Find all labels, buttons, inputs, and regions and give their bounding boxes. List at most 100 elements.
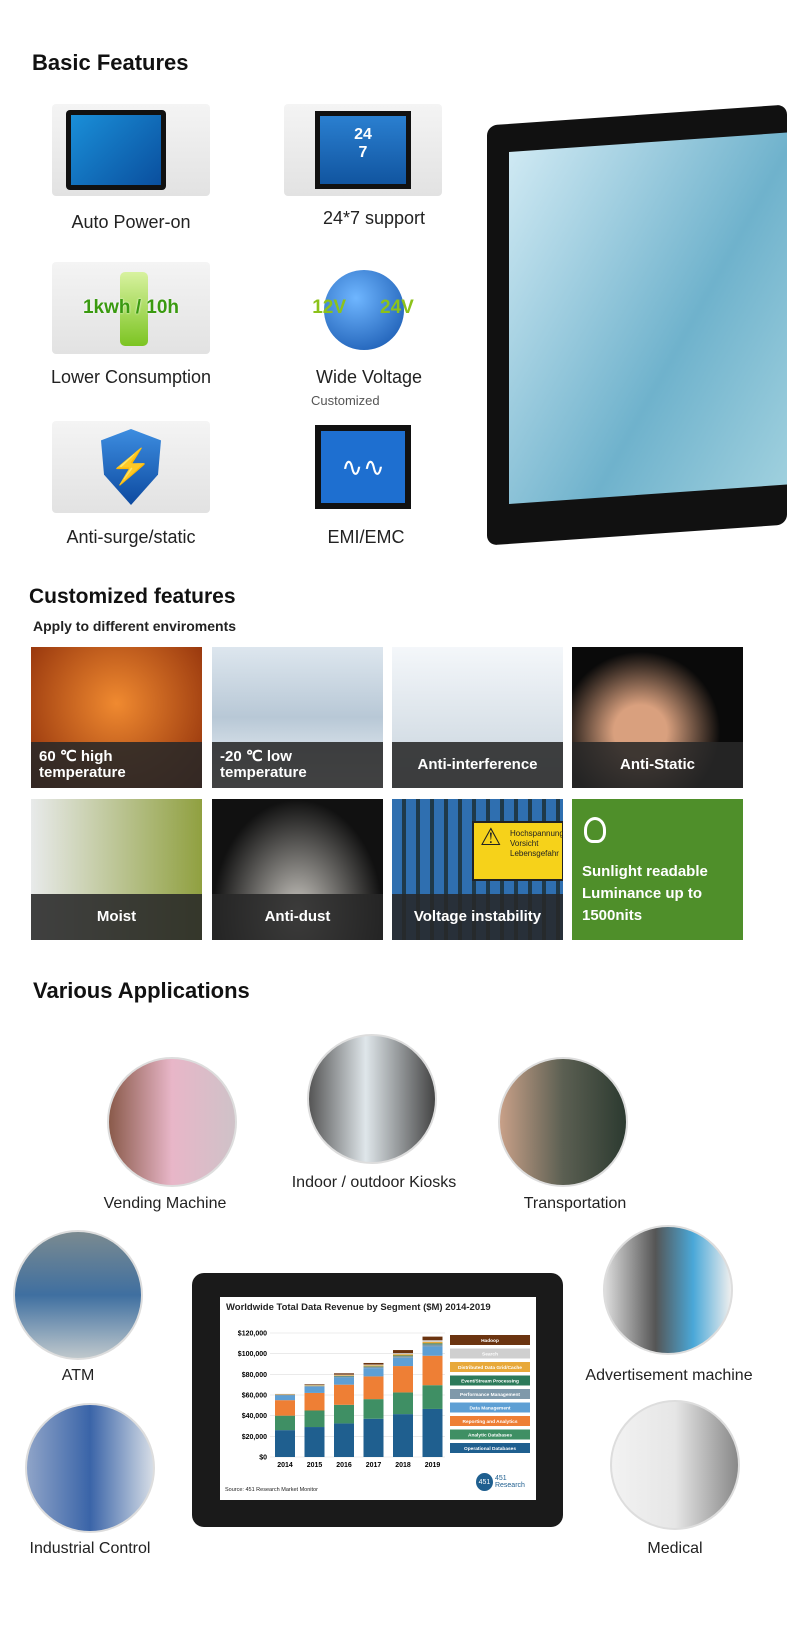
bar-segment — [393, 1356, 413, 1358]
bar-segment — [334, 1376, 354, 1378]
bar-segment — [334, 1404, 354, 1424]
surge-tile: ⚡ — [52, 421, 210, 513]
bar-segment — [363, 1399, 384, 1419]
legend-label: Hadoop — [481, 1338, 499, 1344]
feature-anti-interference: Anti-interference — [392, 647, 563, 788]
feature-label: Wide Voltage — [315, 367, 423, 387]
x-tick-label: 2018 — [395, 1462, 411, 1469]
y-tick-label: $120,000 — [238, 1331, 267, 1338]
bar-segment — [422, 1408, 443, 1457]
legend-label: Operational Databases — [464, 1446, 516, 1452]
bar-segment — [334, 1377, 354, 1385]
feature-label: Lower Consumption — [50, 367, 212, 387]
y-tick-label: $0 — [259, 1455, 267, 1462]
lightbulb-icon — [584, 817, 606, 843]
legend-label: Reporting and Analytics — [463, 1419, 518, 1425]
app-label: Advertisement machine — [585, 1367, 753, 1384]
auto-power-tile — [52, 104, 210, 196]
bar-segment — [393, 1414, 413, 1457]
legend-label: Performance Management — [460, 1392, 520, 1398]
app-label: Indoor / outdoor Kiosks — [291, 1174, 457, 1191]
bar-segment — [334, 1374, 354, 1376]
bar-segment — [334, 1375, 354, 1376]
legend-label: Data Management — [469, 1406, 510, 1412]
feature-low-temp: -20 ℃ low temperature — [212, 647, 383, 788]
consumption-tile: 1kwh / 10h — [52, 262, 210, 354]
y-tick-label: $40,000 — [242, 1413, 267, 1420]
chart-source: Source: 451 Research Market Monitor — [225, 1487, 318, 1493]
customized-title: Customized features — [29, 585, 236, 608]
bar-segment — [304, 1386, 325, 1387]
bar-segment — [334, 1384, 354, 1405]
feature-sublabel: Customized — [311, 393, 380, 408]
bar-segment — [393, 1350, 413, 1354]
bar-segment — [422, 1341, 443, 1344]
industrial-control-image — [25, 1403, 155, 1533]
bar-segment — [363, 1376, 384, 1400]
clock-24-7-icon: 24 7 — [315, 111, 411, 189]
app-label: Industrial Control — [29, 1540, 151, 1557]
legend-label: Analytic Databases — [468, 1433, 512, 1439]
legend-label: Search — [482, 1352, 498, 1358]
bar-segment — [422, 1385, 443, 1409]
bar-segment — [275, 1395, 295, 1396]
basic-features-title: Basic Features — [32, 50, 189, 75]
bar-segment — [304, 1392, 325, 1411]
x-tick-label: 2014 — [277, 1462, 293, 1469]
bar-segment — [393, 1354, 413, 1356]
bar-segment — [393, 1355, 413, 1357]
shield-lightning-icon: ⚡ — [101, 429, 161, 505]
bar-segment — [304, 1384, 325, 1385]
bar-segment — [422, 1336, 443, 1341]
feature-sunlight: Sunlight readable Luminance up to 1500ni… — [572, 799, 743, 940]
transportation-image — [498, 1057, 628, 1187]
bar-segment — [422, 1355, 443, 1386]
bar-segment — [363, 1365, 384, 1367]
feature-label: Anti-surge/static — [66, 527, 196, 547]
monitor-plug-icon — [66, 110, 166, 190]
x-tick-label: 2015 — [307, 1462, 323, 1469]
advertisement-machine-image — [603, 1225, 733, 1355]
feature-voltage: ⚠ Hochspannung Vorsicht Lebensgefahr Volt… — [392, 799, 563, 940]
feature-anti-static: Anti-Static — [572, 647, 743, 788]
bar-segment — [393, 1357, 413, 1367]
bar-segment — [334, 1423, 354, 1457]
bar-segment — [422, 1340, 443, 1342]
legend-label: Distributed Data Grid/Cache — [458, 1365, 522, 1371]
bar-segment — [275, 1415, 295, 1431]
atm-image — [13, 1230, 143, 1360]
bar-segment — [393, 1353, 413, 1355]
kiosk-image — [307, 1034, 437, 1164]
bar-segment — [275, 1400, 295, 1416]
bar-segment — [304, 1427, 325, 1457]
app-label: ATM — [61, 1367, 95, 1384]
feature-high-temp: 60 ℃ high temperature — [31, 647, 202, 788]
bar-segment — [275, 1395, 295, 1401]
feature-moist: Moist — [31, 799, 202, 940]
customized-subtitle: Apply to different enviroments — [33, 618, 237, 634]
stacked-bar-chart: $0 $20,000 $40,000 $60,000 $80,000 $100,000 $1… — [238, 1331, 530, 1469]
bar-segment — [275, 1430, 295, 1457]
warning-sign-icon: ⚠ Hochspannung Vorsicht Lebensgefahr — [472, 821, 563, 881]
bar-segment — [422, 1344, 443, 1347]
emi-tile: ∿∿ — [284, 421, 442, 513]
feature-label: Auto Power-on — [71, 212, 191, 232]
bar-segment — [363, 1418, 384, 1457]
research-logo: 451 451 Research — [476, 1473, 536, 1491]
chart-screen: Worldwide Total Data Revenue by Segment … — [220, 1297, 536, 1500]
feature-label: EMI/EMC — [327, 527, 405, 547]
vending-machine-image — [107, 1057, 237, 1187]
applications-title: Various Applications — [33, 978, 250, 1003]
x-tick-label: 2016 — [336, 1462, 352, 1469]
app-label: Vending Machine — [103, 1195, 227, 1212]
x-tick-label: 2019 — [425, 1462, 441, 1469]
bar-segment — [422, 1346, 443, 1356]
bar-segment — [393, 1392, 413, 1415]
y-tick-label: $80,000 — [242, 1372, 267, 1379]
bar-segment — [363, 1362, 384, 1365]
voltage-tile: 12V 24V — [284, 262, 442, 354]
bar-segment — [422, 1343, 443, 1345]
y-tick-label: $100,000 — [238, 1351, 267, 1358]
bar-segment — [363, 1364, 384, 1366]
bar-segment — [393, 1366, 413, 1393]
